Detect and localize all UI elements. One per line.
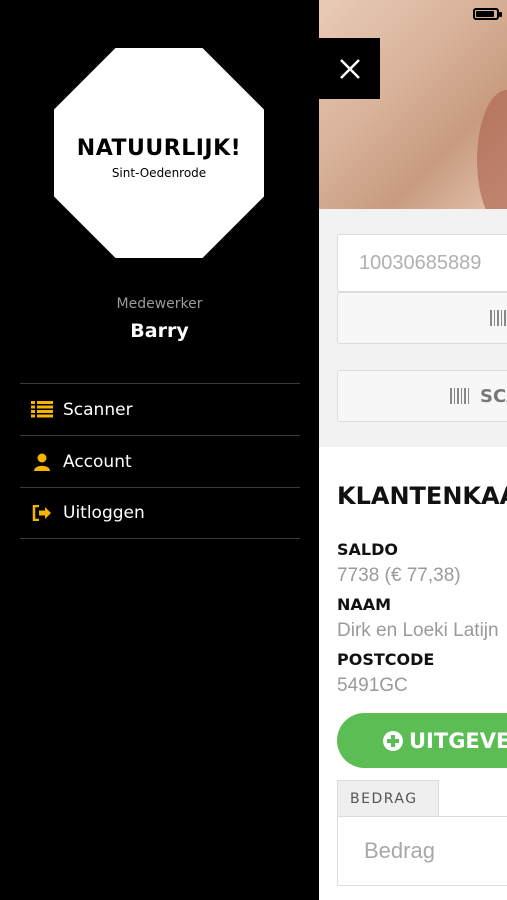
menu-item-account[interactable]: Account	[20, 435, 300, 487]
close-drawer-button[interactable]	[319, 38, 380, 99]
menu-item-label: Account	[63, 451, 132, 472]
scan-button[interactable]: SCAN	[337, 370, 507, 422]
spend-button[interactable]: UITGEVEN	[337, 713, 507, 768]
plus-circle-icon	[383, 730, 403, 751]
close-icon	[339, 58, 360, 79]
spend-button-label: UITGEVEN	[409, 728, 507, 753]
barcode-icon	[490, 310, 506, 326]
barcode-icon	[450, 388, 469, 404]
menu-item-label: Scanner	[63, 399, 133, 420]
logo-title: NATUURLIJK!	[76, 136, 242, 161]
battery-icon	[473, 8, 502, 20]
user-name: Barry	[130, 320, 189, 342]
amount-tab[interactable]: BEDRAG	[337, 780, 439, 817]
drawer-menu: Scanner Account Uitloggen	[20, 383, 300, 539]
main-content: 10030685889 SCAN KLANTENKAART SALDO 7738…	[319, 0, 507, 900]
header-photo	[319, 0, 507, 230]
field-label-naam: NAAM	[337, 595, 392, 614]
amount-input[interactable]: Bedrag	[337, 816, 507, 886]
app-logo: NATUURLIJK! Sint-Oedenrode	[54, 48, 264, 258]
scan-button-label: SCAN	[480, 385, 507, 407]
navigation-drawer: NATUURLIJK! Sint-Oedenrode Medewerker Ba…	[0, 0, 319, 900]
list-icon	[31, 400, 53, 420]
card-number-value: 10030685889	[359, 251, 482, 274]
field-label-postcode: POSTCODE	[337, 650, 435, 669]
amount-placeholder: Bedrag	[364, 838, 435, 863]
field-value-saldo: 7738 (€ 77,38)	[337, 565, 461, 586]
user-icon	[31, 452, 53, 472]
field-value-postcode: 5491GC	[337, 675, 408, 696]
field-value-naam: Dirk en Loeki Latijn	[337, 620, 499, 641]
section-title: KLANTENKAART	[337, 482, 507, 510]
menu-item-logout[interactable]: Uitloggen	[20, 487, 300, 539]
logout-icon	[31, 503, 53, 523]
menu-item-scanner[interactable]: Scanner	[20, 383, 300, 435]
card-entry-panel: 10030685889 SCAN	[319, 209, 507, 447]
card-number-input[interactable]: 10030685889	[337, 234, 507, 292]
user-role: Medewerker	[116, 296, 203, 312]
logo-subtitle: Sint-Oedenrode	[111, 166, 207, 180]
barcode-button[interactable]	[337, 292, 507, 344]
field-label-saldo: SALDO	[337, 540, 398, 559]
menu-item-label: Uitloggen	[63, 503, 145, 523]
